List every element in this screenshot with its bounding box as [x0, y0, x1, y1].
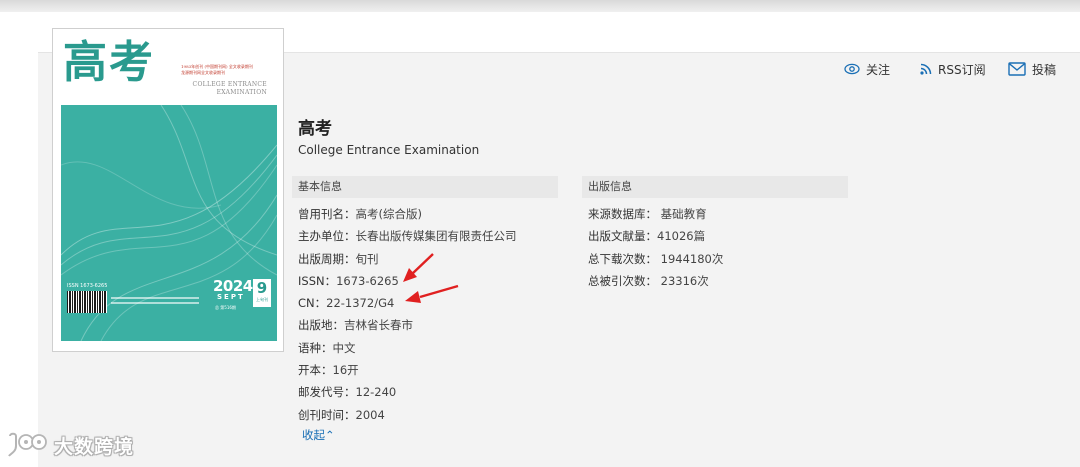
watermark: 大数跨境: [6, 430, 134, 460]
chat-bubble-logo-icon: [6, 432, 50, 458]
red-arrow-issn: [403, 253, 434, 282]
annotation-arrows: [403, 253, 459, 303]
watermark-text: 大数跨境: [54, 435, 135, 458]
red-arrow-cn: [405, 284, 459, 303]
